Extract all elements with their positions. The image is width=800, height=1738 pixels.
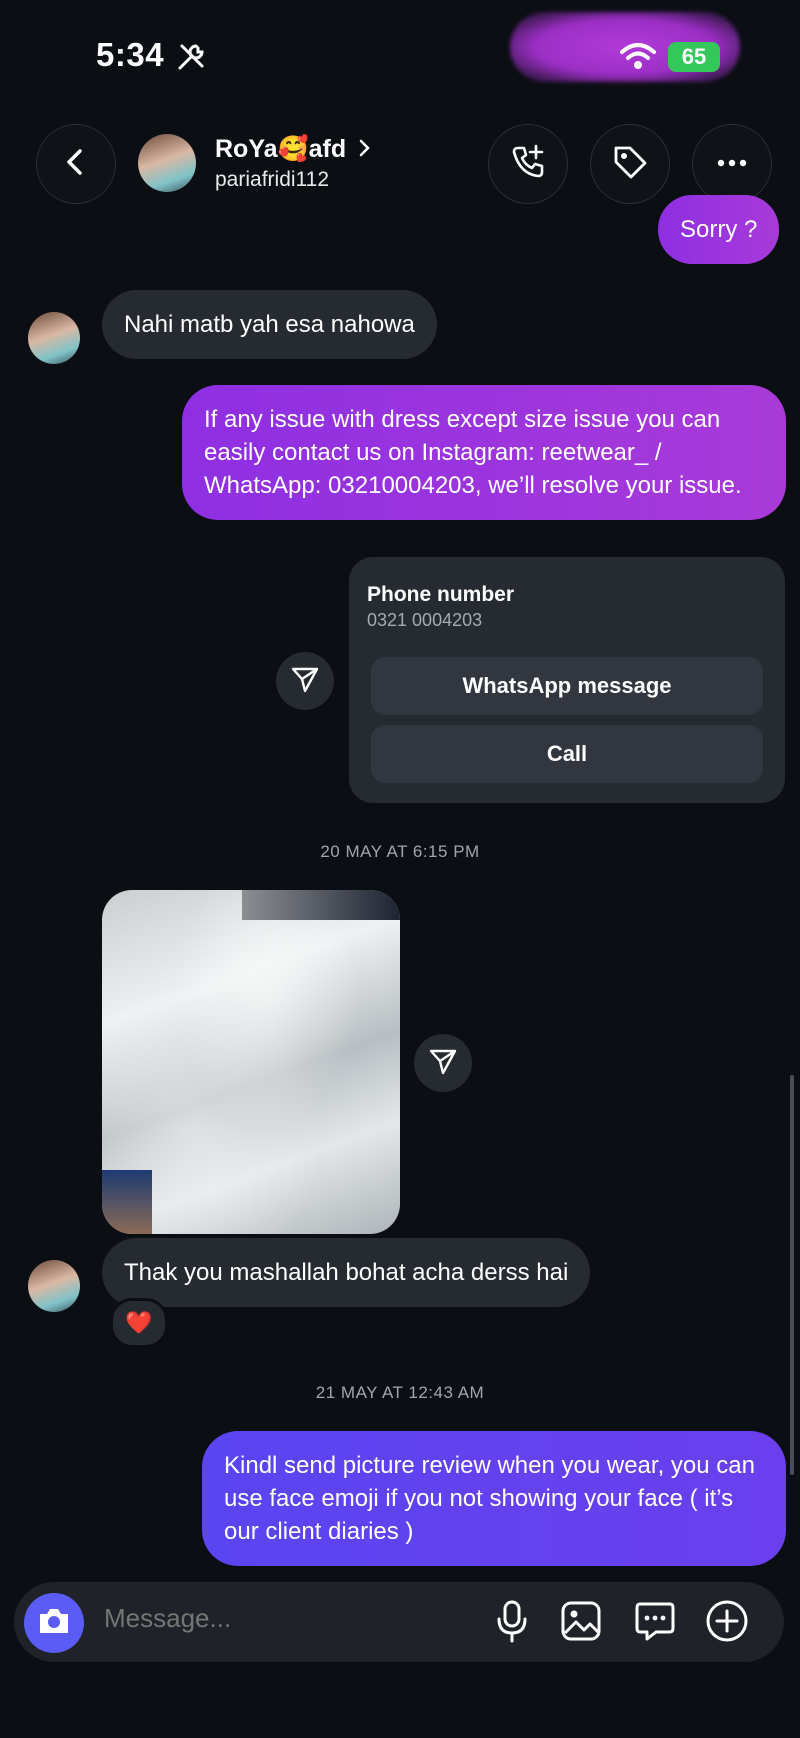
status-time: 5:34 bbox=[96, 36, 165, 73]
camera-button[interactable] bbox=[24, 1593, 84, 1653]
photo-message[interactable] bbox=[102, 890, 400, 1234]
photo-dark-corner bbox=[102, 1170, 152, 1234]
call-phone-button[interactable]: Call bbox=[371, 725, 763, 783]
share-photo-button[interactable] bbox=[414, 1034, 472, 1092]
phone-plus-icon bbox=[508, 142, 548, 187]
quick-reply-button[interactable] bbox=[632, 1600, 678, 1646]
phone-card-title: Phone number bbox=[367, 583, 515, 606]
send-share-icon bbox=[428, 1046, 458, 1081]
tag-icon bbox=[610, 142, 650, 187]
chevron-right-icon bbox=[359, 135, 371, 163]
outgoing-message-kindly[interactable]: Kindl send picture review when you wear,… bbox=[202, 1431, 786, 1566]
gallery-icon bbox=[560, 1600, 602, 1647]
timestamp-1: 20 MAY AT 6:15 PM bbox=[320, 842, 480, 861]
microphone-icon bbox=[495, 1599, 529, 1648]
back-chevron-icon bbox=[61, 147, 91, 182]
contact-avatar[interactable] bbox=[138, 134, 196, 192]
outgoing-message-sorry[interactable]: Sorry ? bbox=[658, 195, 780, 264]
call-button[interactable] bbox=[488, 124, 568, 204]
send-share-icon bbox=[290, 664, 320, 699]
outgoing-message-dress-issue[interactable]: If any issue with dress except size issu… bbox=[182, 385, 786, 520]
tools-icon bbox=[176, 42, 206, 77]
contact-username[interactable]: pariafridi112 bbox=[215, 168, 329, 192]
whatsapp-message-button[interactable]: WhatsApp message bbox=[371, 657, 763, 715]
contact-name[interactable]: RoYa🥰afd bbox=[215, 135, 371, 164]
more-options-button[interactable] bbox=[692, 124, 772, 204]
incoming-message-nahi[interactable]: Nahi matb yah esa nahowa bbox=[102, 290, 437, 359]
chat-bubble-icon bbox=[634, 1600, 676, 1647]
contact-name-text: RoYa🥰afd bbox=[215, 135, 347, 163]
phone-number-card: Phone number 0321 0004203 WhatsApp messa… bbox=[349, 557, 785, 803]
sender-avatar[interactable] bbox=[28, 1260, 80, 1312]
more-icon bbox=[716, 155, 748, 173]
timestamp-2: 21 MAY AT 12:43 AM bbox=[315, 1383, 485, 1402]
photo-top-shadow bbox=[242, 890, 400, 920]
microphone-button[interactable] bbox=[489, 1600, 535, 1646]
scrollbar[interactable] bbox=[790, 1075, 794, 1475]
camera-icon bbox=[37, 1606, 71, 1641]
share-button[interactable] bbox=[276, 652, 334, 710]
incoming-message-thank-you[interactable]: Thak you mashallah bohat acha derss hai bbox=[102, 1238, 591, 1307]
label-tag-button[interactable] bbox=[590, 124, 670, 204]
message-input[interactable] bbox=[102, 1602, 426, 1635]
battery-indicator: 65 bbox=[668, 42, 720, 72]
wifi-icon bbox=[620, 42, 656, 75]
heart-reaction[interactable]: ❤️ bbox=[110, 1298, 168, 1348]
gallery-button[interactable] bbox=[558, 1600, 604, 1646]
add-button[interactable] bbox=[704, 1600, 750, 1646]
back-button[interactable] bbox=[36, 124, 116, 204]
plus-circle-icon bbox=[705, 1599, 749, 1648]
phone-card-number: 0321 0004203 bbox=[367, 610, 483, 630]
sender-avatar[interactable] bbox=[28, 312, 80, 364]
